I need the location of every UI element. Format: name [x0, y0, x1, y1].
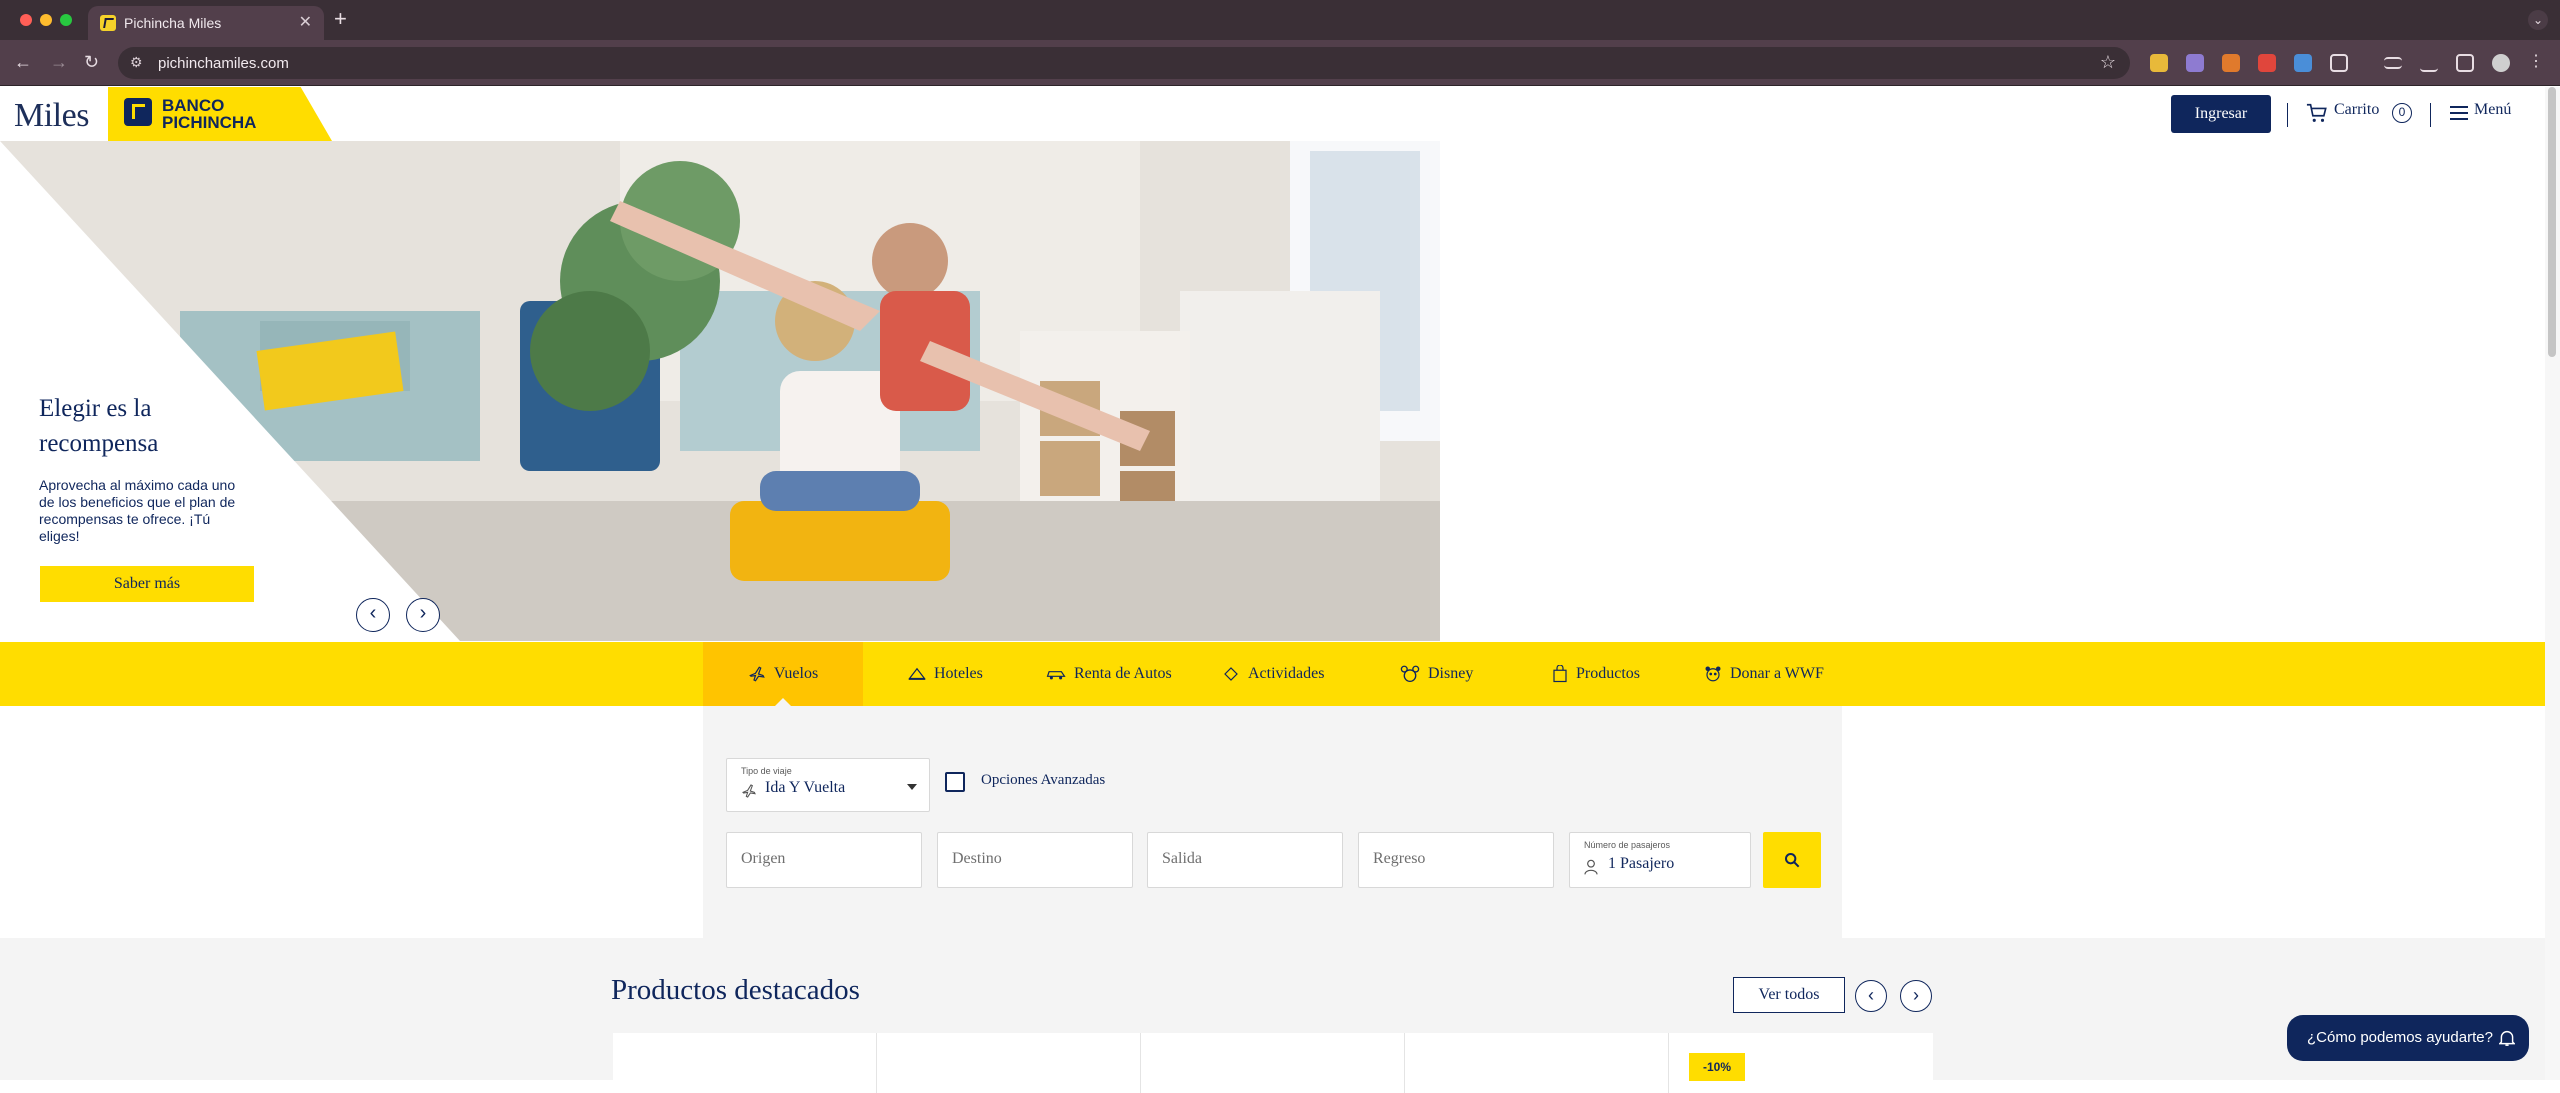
category-bar: Vuelos Hoteles Renta de Autos Actividade… — [0, 642, 2545, 706]
browser-tab[interactable]: Pichincha Miles ✕ — [88, 6, 324, 40]
product-card[interactable] — [613, 1033, 877, 1093]
divider — [2430, 103, 2431, 127]
browser-tab-bar: Pichincha Miles ✕ + ⌄ — [0, 0, 2560, 40]
banco-pichincha-logo[interactable]: BANCO PICHINCHA — [108, 87, 332, 141]
tab-donar-wwf[interactable]: Donar a WWF — [1704, 642, 1824, 706]
login-button[interactable]: Ingresar — [2171, 95, 2271, 133]
chevron-down-icon — [907, 784, 917, 790]
extension-icon[interactable] — [2186, 54, 2204, 72]
more-options-icon[interactable]: ⋮ — [2528, 54, 2546, 72]
extensions-puzzle-icon[interactable] — [2330, 54, 2348, 72]
see-all-button[interactable]: Ver todos — [1733, 977, 1845, 1013]
close-window-button[interactable] — [20, 14, 32, 26]
search-icon — [1785, 853, 1800, 868]
origin-field[interactable]: Origen — [726, 832, 922, 888]
site-header: Miles BANCO PICHINCHA Ingresar Carrito 0… — [0, 87, 2545, 141]
ticket-icon — [1224, 667, 1238, 681]
panda-icon — [1705, 666, 1721, 682]
browser-toolbar: ← → ↻ ⚙ pichinchamiles.com ☆ ⋮ — [0, 40, 2560, 86]
forward-icon[interactable]: → — [50, 52, 68, 73]
hotel-icon — [908, 667, 926, 680]
reload-icon[interactable]: ↻ — [84, 52, 99, 73]
hero-next-arrow-icon[interactable]: › — [406, 598, 440, 632]
pichincha-mark-icon — [124, 98, 152, 126]
hamburger-menu-icon[interactable] — [2450, 106, 2468, 120]
tab-vuelos[interactable]: Vuelos — [703, 642, 863, 706]
hero-description: Aprovecha al máximo cada uno de los bene… — [39, 477, 236, 544]
person-icon — [1584, 859, 1598, 875]
url-text[interactable]: pichinchamiles.com — [158, 55, 289, 72]
tab-disney[interactable]: Disney — [1400, 642, 1473, 706]
cart-icon[interactable] — [2306, 102, 2328, 124]
extension-icon[interactable] — [2294, 54, 2312, 72]
next-arrow-icon[interactable]: › — [1900, 980, 1932, 1012]
tab-title: Pichincha Miles — [124, 15, 222, 31]
section-title: Productos destacados — [611, 974, 860, 1006]
help-chat-button[interactable]: ¿Cómo podemos ayudarte? — [2287, 1015, 2529, 1061]
hero-prev-arrow-icon[interactable]: ‹ — [356, 598, 390, 632]
new-tab-icon[interactable]: + — [334, 6, 347, 32]
car-icon — [1046, 671, 1066, 680]
back-icon[interactable]: ← — [14, 52, 32, 73]
address-bar[interactable]: ⚙ pichinchamiles.com ☆ — [118, 47, 2130, 79]
miles-logo[interactable]: Miles — [0, 87, 108, 141]
download-icon[interactable] — [2420, 54, 2438, 72]
extension-icon[interactable] — [2150, 54, 2168, 72]
bell-icon — [2499, 1030, 2515, 1046]
tab-productos[interactable]: Productos — [1552, 642, 1640, 706]
trip-type-select[interactable]: Tipo de viaje Ida Y Vuelta — [726, 758, 930, 812]
maximize-window-button[interactable] — [60, 14, 72, 26]
page-scrollbar[interactable] — [2545, 87, 2560, 1080]
product-card[interactable]: -10% — [1669, 1033, 1933, 1093]
tab-search-icon[interactable]: ⌄ — [2528, 10, 2548, 30]
featured-products-section: Productos destacados Ver todos ‹ › -10% — [0, 938, 2545, 1093]
advanced-options-checkbox[interactable] — [945, 772, 965, 792]
extension-icon[interactable] — [2222, 54, 2240, 72]
hero-title: Elegir es la recompensa — [39, 395, 159, 457]
minimize-window-button[interactable] — [40, 14, 52, 26]
plane-icon — [749, 666, 765, 682]
mickey-icon — [1400, 665, 1420, 683]
tab-actividades[interactable]: Actividades — [1222, 642, 1324, 706]
flight-search-panel: Tipo de viaje Ida Y Vuelta Opciones Avan… — [703, 706, 1842, 938]
divider — [2287, 103, 2288, 127]
search-button[interactable] — [1763, 832, 1821, 888]
discount-badge: -10% — [1689, 1053, 1745, 1081]
extension-icon[interactable] — [2258, 54, 2276, 72]
product-card[interactable] — [1405, 1033, 1669, 1093]
cart-label[interactable]: Carrito — [2334, 101, 2379, 119]
product-card[interactable] — [1141, 1033, 1405, 1093]
tab-hoteles[interactable]: Hoteles — [908, 642, 983, 706]
tab-close-icon[interactable]: ✕ — [299, 12, 312, 32]
destination-field[interactable]: Destino — [937, 832, 1133, 888]
plane-icon — [742, 784, 756, 798]
bookmark-star-icon[interactable]: ☆ — [2100, 52, 2116, 73]
site-favicon-icon — [100, 15, 116, 31]
return-date-field[interactable]: Regreso — [1358, 832, 1554, 888]
bag-icon — [1553, 665, 1567, 683]
product-card[interactable] — [877, 1033, 1141, 1093]
advanced-options-label[interactable]: Opciones Avanzadas — [981, 772, 1105, 789]
scrollbar-thumb[interactable] — [2548, 87, 2556, 357]
hero-banner: Elegir es la recompensa Aprovecha al máx… — [0, 141, 1440, 641]
passengers-field[interactable]: Número de pasajeros 1 Pasajero — [1569, 832, 1751, 888]
departure-date-field[interactable]: Salida — [1147, 832, 1343, 888]
cart-count-badge: 0 — [2392, 103, 2412, 123]
side-panel-icon[interactable] — [2456, 54, 2474, 72]
tab-renta-autos[interactable]: Renta de Autos — [1046, 642, 1172, 706]
prev-arrow-icon[interactable]: ‹ — [1855, 980, 1887, 1012]
site-settings-icon[interactable]: ⚙ — [130, 54, 143, 71]
profile-avatar[interactable] — [2492, 54, 2510, 72]
menu-label[interactable]: Menú — [2474, 101, 2511, 119]
reading-list-icon[interactable] — [2384, 57, 2402, 69]
learn-more-button[interactable]: Saber más — [40, 566, 254, 602]
